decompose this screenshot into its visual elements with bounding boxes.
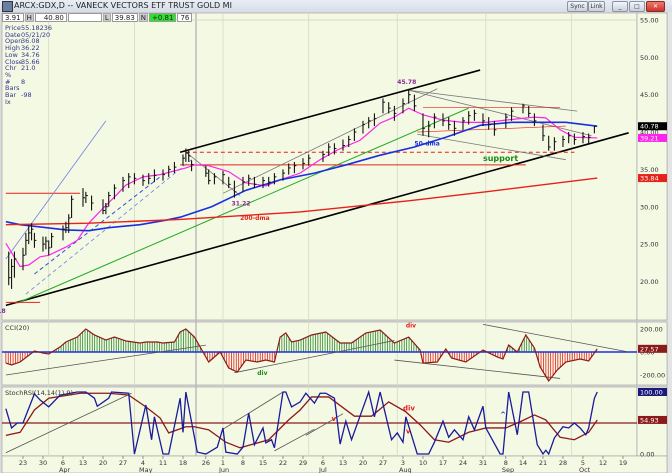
panel-main bbox=[1, 12, 638, 321]
price-tick-label: 30.00 bbox=[640, 203, 659, 211]
x-day-label: 14 bbox=[519, 459, 527, 467]
x-month-label: Sep bbox=[502, 466, 514, 473]
price-tick-label: 45.00 bbox=[640, 91, 659, 99]
x-day-label: 20 bbox=[359, 459, 367, 467]
stoch-tick-label: 0.00 bbox=[640, 451, 654, 459]
x-day-label: 10 bbox=[419, 459, 427, 467]
x-day-label: 12 bbox=[599, 459, 607, 467]
link-button[interactable]: Link bbox=[588, 1, 605, 12]
x-day-label: 8 bbox=[241, 459, 245, 467]
x-day-label: 17 bbox=[439, 459, 447, 467]
vertical-scrollbar[interactable] bbox=[668, 12, 672, 473]
low-value: 39.83 bbox=[111, 13, 138, 22]
high-label: H bbox=[24, 13, 34, 22]
net-label: N bbox=[138, 13, 149, 22]
cci-last-value-label: 27.57 bbox=[640, 345, 659, 353]
x-day-label: 15 bbox=[259, 459, 267, 467]
x-day-label: 26 bbox=[202, 459, 210, 467]
info-row-bars: # Bars 8 bbox=[5, 77, 26, 93]
stock-chart[interactable]: 45.78 31.22 200-dma 50-dma support 18 55.00 50.… bbox=[0, 12, 668, 473]
x-day-label: 21 bbox=[539, 459, 547, 467]
toolbar-value-6: 76 bbox=[177, 13, 193, 22]
annotation-label: 200-dma bbox=[240, 215, 270, 222]
x-day-label: 18 bbox=[179, 459, 187, 467]
x-day-label: 11 bbox=[159, 459, 167, 467]
price-tick-label: 50.00 bbox=[640, 54, 659, 62]
price-tick-label: 25.00 bbox=[640, 241, 659, 249]
toolbar-blank-field[interactable] bbox=[67, 13, 102, 22]
x-day-label: 27 bbox=[379, 459, 387, 467]
annotation-label: 50-dma bbox=[414, 140, 439, 147]
x-day-label: 29 bbox=[299, 459, 307, 467]
x-day-label: 30 bbox=[39, 459, 47, 467]
annotation-label: 31.22 bbox=[232, 200, 251, 207]
app-icon bbox=[2, 1, 13, 12]
close-button[interactable]: ✕ bbox=[646, 1, 665, 12]
x-day-label: 27 bbox=[119, 459, 127, 467]
x-month-label: Oct bbox=[579, 466, 591, 473]
stoch-annotation: div bbox=[403, 405, 415, 413]
cci-panel-title: CCI(20) bbox=[5, 324, 29, 332]
last-value-label: 40.78 bbox=[640, 123, 659, 131]
restore-button[interactable]: □ bbox=[629, 1, 645, 12]
cci-annotation: div bbox=[257, 370, 267, 377]
x-day-label: 23 bbox=[19, 459, 27, 467]
x-day-label: 24 bbox=[459, 459, 467, 467]
x-day-label: 13 bbox=[339, 459, 347, 467]
x-month-label: Jun bbox=[218, 466, 229, 473]
annotation-label: 45.78 bbox=[397, 79, 416, 86]
price-tick-label: 55.00 bbox=[640, 17, 659, 25]
low-label: L bbox=[102, 13, 111, 22]
x-day-label: 31 bbox=[479, 459, 487, 467]
stoch-annotation: v bbox=[332, 415, 337, 423]
stoch-annotation: v bbox=[406, 428, 411, 436]
high-value: 40.80 bbox=[34, 13, 67, 22]
info-row-bar-index: Bar Ix -98 bbox=[5, 91, 32, 106]
info-row-change-pct: Chr % 21.0 bbox=[5, 64, 36, 79]
window-title: ARCX:GDX,D -- VANECK VECTORS ETF TRUST G… bbox=[14, 1, 232, 10]
toolbar-value-1: 3.91 bbox=[2, 13, 24, 22]
x-month-label: May bbox=[139, 466, 153, 473]
x-day-label: 20 bbox=[99, 459, 107, 467]
quote-toolbar: 3.91 H 40.80 L 39.83 N +0.81 76 bbox=[2, 13, 193, 22]
minimize-button[interactable]: _ bbox=[612, 1, 628, 12]
x-day-label: 13 bbox=[79, 459, 87, 467]
data-window: Price 55.18236 Date 05/21/20 Open 36.08 Hig… bbox=[5, 25, 52, 105]
x-day-label: 22 bbox=[279, 459, 287, 467]
stoch-last-value-label: 54.93 bbox=[640, 416, 659, 424]
net-change-value: +0.81 bbox=[149, 13, 177, 22]
price-tick-label: 20.00 bbox=[640, 278, 659, 286]
cci-tick-label: 200.00 bbox=[640, 326, 663, 334]
stoch-panel-title: StochRSI(14,14(1),9) bbox=[5, 389, 73, 397]
x-day-label: 28 bbox=[559, 459, 567, 467]
cci-tick-label: -200.00 bbox=[640, 372, 665, 380]
sync-button[interactable]: Sync bbox=[567, 1, 588, 12]
panel-cci bbox=[1, 321, 638, 386]
x-month-label: Jul bbox=[318, 466, 327, 473]
x-day-label: 19 bbox=[619, 459, 627, 467]
last-value-label: 33.84 bbox=[640, 175, 659, 183]
annotation-label: support bbox=[483, 154, 518, 163]
x-month-label: Aug bbox=[399, 466, 412, 473]
annotation-label: 18 bbox=[0, 308, 6, 315]
stoch-last-value-label: 100.00 bbox=[640, 389, 663, 397]
x-month-label: Apr bbox=[59, 466, 71, 473]
last-value-label: 39.21 bbox=[640, 134, 659, 142]
stoch-annotation: ^ bbox=[500, 411, 506, 419]
cci-annotation: div bbox=[406, 322, 416, 329]
price-tick-label: 35.00 bbox=[640, 166, 659, 174]
